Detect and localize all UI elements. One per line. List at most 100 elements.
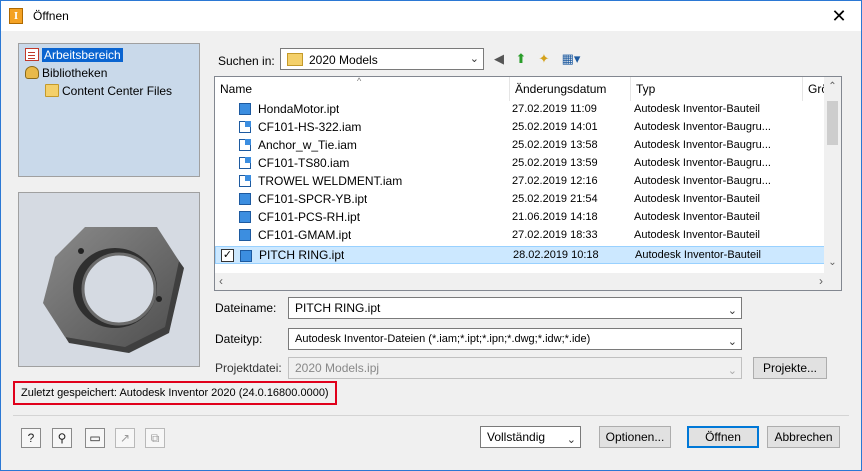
file-date: 27.02.2019 11:09 <box>512 103 597 115</box>
part-file-icon <box>239 211 251 223</box>
file-date: 21.06.2019 14:18 <box>512 211 598 223</box>
file-date: 25.02.2019 21:54 <box>512 193 598 205</box>
assembly-file-icon <box>239 139 251 151</box>
filetype-label: Dateityp: <box>215 332 263 346</box>
file-name: Anchor_w_Tie.iam <box>258 138 357 152</box>
part-file-icon <box>239 103 251 115</box>
location-libraries[interactable]: Bibliotheken <box>25 65 107 82</box>
title-bar: I Öffnen ✕ <box>1 1 861 31</box>
filename-label: Dateiname: <box>215 301 277 315</box>
file-date: 27.02.2019 18:33 <box>512 229 598 241</box>
lookin-label: Suchen in: <box>218 54 275 68</box>
lookin-label-text: Suchen in: <box>218 54 275 68</box>
file-row[interactable]: CF101-PCS-RH.ipt 21.06.2019 14:18 Autode… <box>215 208 825 226</box>
file-name: CF101-TS80.iam <box>258 156 350 170</box>
file-name: CF101-PCS-RH.ipt <box>258 210 361 224</box>
location-content-center[interactable]: Content Center Files <box>45 83 172 100</box>
footer-divider <box>13 415 849 416</box>
up-folder-icon[interactable]: ⬆ <box>513 51 529 67</box>
file-name: HondaMotor.ipt <box>258 102 340 116</box>
open-button[interactable]: Öffnen <box>687 426 759 448</box>
options-button[interactable]: Optionen... <box>599 426 671 448</box>
sort-ascending-icon: ^ <box>357 76 362 86</box>
file-name: CF101-SPCR-YB.ipt <box>258 192 368 206</box>
file-type: Autodesk Inventor-Bauteil <box>634 193 760 205</box>
file-name: CF101-GMAM.ipt <box>258 228 352 242</box>
part-file-icon <box>239 193 251 205</box>
folder-icon <box>45 84 59 97</box>
file-row[interactable]: Anchor_w_Tie.iam 25.02.2019 13:58 Autode… <box>215 136 825 154</box>
vertical-scrollbar[interactable]: ⌃ ⌄ <box>824 77 841 274</box>
scroll-down-icon[interactable]: ⌄ <box>824 257 841 268</box>
part-file-icon <box>240 250 252 262</box>
file-type: Autodesk Inventor-Bauteil <box>634 229 760 241</box>
project-label: Projektdatei: <box>215 361 282 375</box>
file-type: Autodesk Inventor-Baugru... <box>634 139 771 151</box>
mode-select[interactable]: Vollständig ⌄ <box>480 426 581 448</box>
file-date: 28.02.2019 10:18 <box>513 249 599 261</box>
chevron-down-icon[interactable]: ⌄ <box>728 301 737 321</box>
file-row[interactable]: CF101-GMAM.ipt 27.02.2019 18:33 Autodesk… <box>215 226 825 244</box>
last-saved-info: Zuletzt gespeichert: Autodesk Inventor 2… <box>13 381 337 405</box>
column-header-type[interactable]: Typ <box>631 77 803 101</box>
workspace-icon <box>25 48 39 61</box>
library-icon <box>25 66 39 79</box>
file-type: Autodesk Inventor-Bauteil <box>634 211 760 223</box>
window-title: Öffnen <box>33 9 69 23</box>
chevron-down-icon: ⌄ <box>566 434 576 446</box>
scroll-thumb[interactable] <box>827 101 838 145</box>
new-folder-icon[interactable]: ✦ <box>536 51 552 67</box>
help-icon[interactable]: ? <box>21 428 41 448</box>
reference-icon: ↗ <box>115 428 135 448</box>
cancel-button[interactable]: Abbrechen <box>767 426 840 448</box>
row-checkbox[interactable]: ✓ <box>221 249 234 262</box>
find-icon[interactable]: ⚲ <box>52 428 72 448</box>
file-date: 25.02.2019 14:01 <box>512 121 598 133</box>
assembly-file-icon <box>239 157 251 169</box>
location-workspace[interactable]: Arbeitsbereich <box>25 47 123 64</box>
folder-icon <box>287 53 303 66</box>
scroll-left-icon[interactable]: ‹ <box>219 274 223 288</box>
file-type: Autodesk Inventor-Baugru... <box>634 175 771 187</box>
scroll-up-icon[interactable]: ⌃ <box>824 81 841 92</box>
file-list: Name ^ Änderungsdatum Typ Grö HondaMotor… <box>214 76 842 291</box>
close-button[interactable]: ✕ <box>825 5 853 27</box>
file-row[interactable]: CF101-SPCR-YB.ipt 25.02.2019 21:54 Autod… <box>215 190 825 208</box>
locations-panel: Arbeitsbereich Bibliotheken Content Cent… <box>18 43 200 177</box>
file-row[interactable]: CF101-HS-322.iam 25.02.2019 14:01 Autode… <box>215 118 825 136</box>
file-date: 25.02.2019 13:59 <box>512 157 598 169</box>
scroll-right-icon[interactable]: › <box>819 274 823 288</box>
assembly-file-icon <box>239 121 251 133</box>
filename-value: PITCH RING.ipt <box>295 301 381 315</box>
file-preview <box>18 192 200 367</box>
column-header-name[interactable]: Name ^ <box>215 77 510 101</box>
file-icon[interactable]: ▭ <box>85 428 105 448</box>
view-menu-icon[interactable]: ▦▾ <box>559 51 583 67</box>
file-row[interactable]: CF101-TS80.iam 25.02.2019 13:59 Autodesk… <box>215 154 825 172</box>
filetype-select[interactable]: Autodesk Inventor-Dateien (*.iam;*.ipt;*… <box>288 328 742 350</box>
mode-value: Vollständig <box>487 430 546 444</box>
chevron-down-icon: ⌄ <box>727 336 737 348</box>
location-label: Arbeitsbereich <box>42 48 123 62</box>
assembly-file-icon <box>239 175 251 187</box>
filetype-value: Autodesk Inventor-Dateien (*.iam;*.ipt;*… <box>295 333 591 345</box>
part-file-icon <box>239 229 251 241</box>
file-row[interactable]: HondaMotor.ipt 27.02.2019 11:09 Autodesk… <box>215 100 825 118</box>
file-row[interactable]: TROWEL WELDMENT.iam 27.02.2019 12:16 Aut… <box>215 172 825 190</box>
chevron-down-icon: ⌄ <box>469 53 479 65</box>
lookin-combobox[interactable]: 2020 Models ⌄ <box>280 48 484 70</box>
back-icon[interactable]: ◀ <box>491 51 507 67</box>
file-name: PITCH RING.ipt <box>259 248 345 262</box>
column-header-date[interactable]: Änderungsdatum <box>510 77 631 101</box>
project-value: 2020 Models.ipj <box>295 361 380 375</box>
location-label: Content Center Files <box>62 84 173 98</box>
projects-button[interactable]: Projekte... <box>753 357 827 379</box>
horizontal-scrollbar[interactable]: ‹ › <box>215 273 841 290</box>
column-name-label: Name <box>220 82 253 96</box>
file-row-selected[interactable]: ✓ PITCH RING.ipt 28.02.2019 10:18 Autode… <box>215 246 825 264</box>
chevron-down-icon: ⌄ <box>727 365 737 377</box>
file-type: Autodesk Inventor-Baugru... <box>634 157 771 169</box>
file-name: TROWEL WELDMENT.iam <box>258 174 403 188</box>
filename-input[interactable]: PITCH RING.ipt ⌄ <box>288 297 742 319</box>
file-name: CF101-HS-322.iam <box>258 120 362 134</box>
